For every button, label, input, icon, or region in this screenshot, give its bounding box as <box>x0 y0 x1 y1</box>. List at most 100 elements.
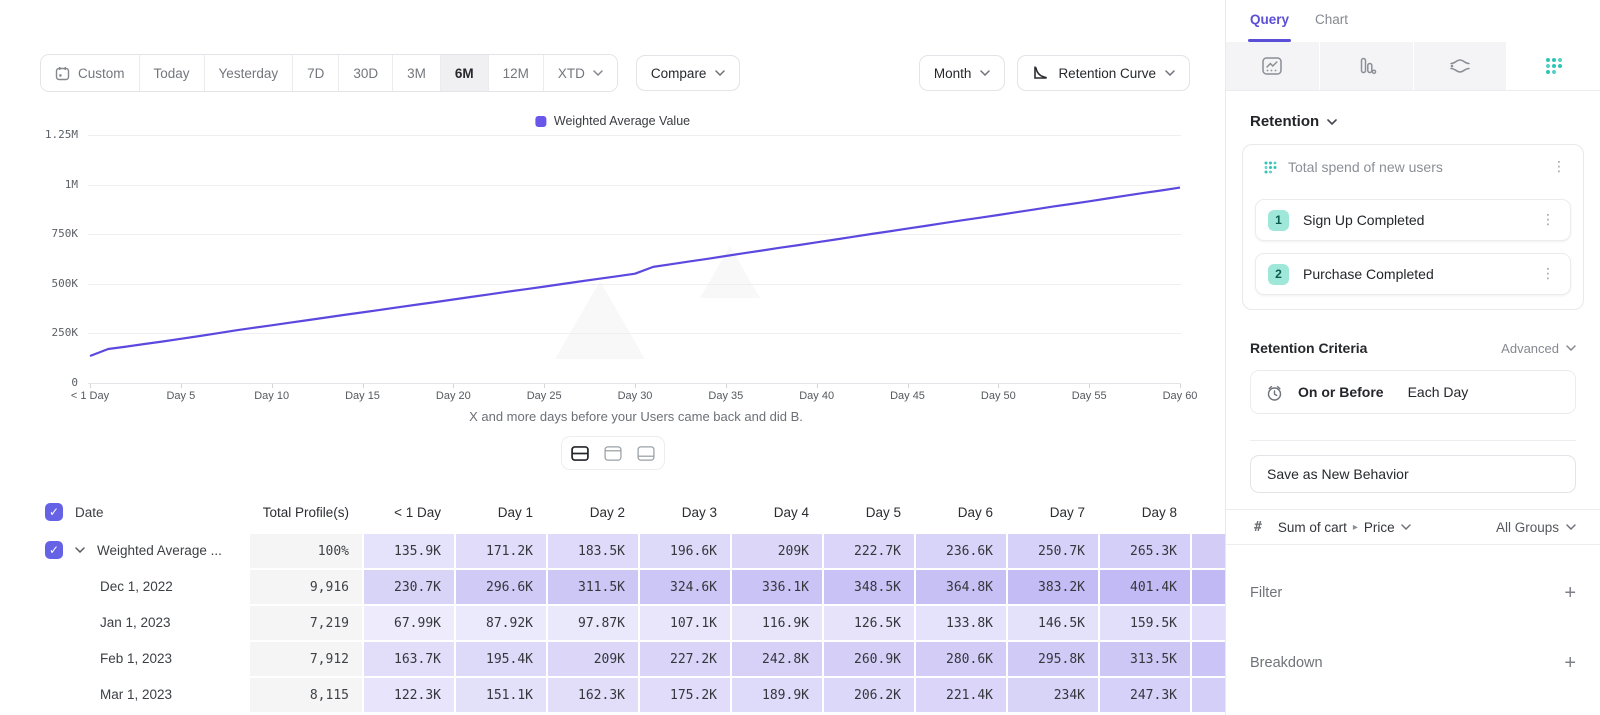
behavior-step-2[interactable]: 2 Purchase Completed ⋮ <box>1255 253 1571 295</box>
retention-value-cell[interactable]: 183.5K <box>546 532 638 568</box>
chart-type-tile-flow[interactable] <box>1413 42 1507 90</box>
date-cell[interactable]: Feb 1, 2023 <box>0 640 250 676</box>
total-profiles-cell[interactable]: 9,916 <box>250 568 362 604</box>
retention-value-cell[interactable]: 236.6K <box>914 532 1006 568</box>
compare-button[interactable]: Compare <box>636 55 741 91</box>
chart-type-tile-retention-dots[interactable] <box>1506 42 1600 90</box>
chevron-down-icon[interactable] <box>75 547 85 553</box>
retention-value-cell[interactable]: 209K <box>730 532 822 568</box>
kebab-menu-icon[interactable]: ⋮ <box>1538 266 1558 282</box>
retention-section-header[interactable]: Retention <box>1250 113 1576 130</box>
column-header[interactable]: Day 3 <box>638 492 730 532</box>
retention-value-cell[interactable]: 265.3K <box>1098 532 1190 568</box>
retention-value-cell[interactable]: 189.9K <box>730 676 822 712</box>
tab-query[interactable]: Query <box>1250 12 1289 42</box>
retention-value-cell[interactable]: 364.8K <box>914 568 1006 604</box>
column-header[interactable]: Day 7 <box>1006 492 1098 532</box>
retention-value-cell[interactable]: 260.9K <box>822 640 914 676</box>
retention-value-cell[interactable]: 133.8K <box>914 604 1006 640</box>
retention-value-cell[interactable]: 401.4K <box>1098 568 1190 604</box>
retention-value-cell[interactable]: 336.1K <box>730 568 822 604</box>
retention-value-cell[interactable]: 87.92K <box>454 604 546 640</box>
column-header[interactable]: Day 4 <box>730 492 822 532</box>
kebab-menu-icon[interactable]: ⋮ <box>1549 159 1569 175</box>
retention-value-cell[interactable]: 122.3K <box>362 676 454 712</box>
date-range-3m[interactable]: 3M <box>392 55 440 91</box>
retention-value-cell[interactable]: 171.2K <box>454 532 546 568</box>
save-as-new-behavior-button[interactable]: Save as New Behavior <box>1250 455 1576 493</box>
column-header[interactable]: Total Profile(s) <box>250 492 362 532</box>
select-all-checkbox[interactable]: ✓ <box>45 503 63 521</box>
retention-value-cell[interactable]: 196.6K <box>638 532 730 568</box>
retention-value-cell[interactable]: 383.2K <box>1006 568 1098 604</box>
retention-value-cell[interactable]: 206.2K <box>822 676 914 712</box>
retention-value-cell[interactable]: 151.1K <box>454 676 546 712</box>
retention-value-cell[interactable]: 295.8K <box>1006 640 1098 676</box>
date-cell[interactable]: Mar 1, 2023 <box>0 676 250 712</box>
retention-value-cell[interactable]: 159.5K <box>1098 604 1190 640</box>
row-checkbox[interactable]: ✓ <box>45 541 63 559</box>
retention-value-cell[interactable]: 162.3K <box>546 676 638 712</box>
retention-value-cell[interactable]: 135.9K <box>362 532 454 568</box>
retention-value-cell[interactable]: 250.7K <box>1006 532 1098 568</box>
date-cell[interactable]: Dec 1, 2022 <box>0 568 250 604</box>
retention-value-cell[interactable]: 324.6K <box>638 568 730 604</box>
retention-value-cell[interactable]: 175.2K <box>638 676 730 712</box>
column-header[interactable]: Day 5 <box>822 492 914 532</box>
add-filter-button[interactable]: + <box>1564 583 1576 603</box>
date-range-6m[interactable]: 6M <box>440 55 488 91</box>
kebab-menu-icon[interactable]: ⋮ <box>1538 212 1558 228</box>
column-header[interactable]: Day 8 <box>1098 492 1190 532</box>
retention-value-cell[interactable]: 296.6K <box>454 568 546 604</box>
retention-value-cell[interactable]: 313.5K <box>1098 640 1190 676</box>
measurement-dropdown[interactable]: Sum of cart ▸ Price <box>1278 520 1411 535</box>
retention-value-cell[interactable]: 221.4K <box>914 676 1006 712</box>
retention-value-cell[interactable]: 242.8K <box>730 640 822 676</box>
add-breakdown-button[interactable]: + <box>1564 653 1576 673</box>
retention-value-cell[interactable]: 280.6K <box>914 640 1006 676</box>
behavior-card-header[interactable]: Total spend of new users ⋮ <box>1255 157 1571 187</box>
date-cell[interactable]: Jan 1, 2023 <box>0 604 250 640</box>
layout-table-focus-button[interactable] <box>631 440 661 466</box>
total-profiles-cell[interactable]: 100% <box>250 532 362 568</box>
date-range-yesterday[interactable]: Yesterday <box>204 55 293 91</box>
retention-value-cell[interactable]: 209K <box>546 640 638 676</box>
chart-type-button[interactable]: Retention Curve <box>1017 55 1190 91</box>
total-profiles-cell[interactable]: 8,115 <box>250 676 362 712</box>
column-header[interactable]: Day 2 <box>546 492 638 532</box>
retention-value-cell[interactable]: 126.5K <box>822 604 914 640</box>
retention-value-cell[interactable]: 311.5K <box>546 568 638 604</box>
chart-type-tile-line-chart[interactable] <box>1226 42 1319 90</box>
retention-value-cell[interactable]: 116.9K <box>730 604 822 640</box>
retention-value-cell[interactable]: 163.7K <box>362 640 454 676</box>
tab-chart[interactable]: Chart <box>1315 12 1348 42</box>
granularity-button[interactable]: Month <box>919 55 1006 91</box>
column-header[interactable]: Day 1 <box>454 492 546 532</box>
date-range-xtd[interactable]: XTD <box>543 55 617 91</box>
retention-value-cell[interactable]: 247.3K <box>1098 676 1190 712</box>
retention-value-cell[interactable]: 234K <box>1006 676 1098 712</box>
retention-value-cell[interactable]: 97.87K <box>546 604 638 640</box>
layout-split-button[interactable] <box>565 440 595 466</box>
total-profiles-cell[interactable]: 7,912 <box>250 640 362 676</box>
retention-value-cell[interactable]: 227.2K <box>638 640 730 676</box>
groups-dropdown[interactable]: All Groups <box>1496 520 1576 535</box>
retention-value-cell[interactable]: 67.99K <box>362 604 454 640</box>
date-range-today[interactable]: Today <box>139 55 204 91</box>
retention-value-cell[interactable]: 230.7K <box>362 568 454 604</box>
total-profiles-cell[interactable]: 7,219 <box>250 604 362 640</box>
retention-line[interactable] <box>90 188 1180 356</box>
retention-value-cell[interactable]: 348.5K <box>822 568 914 604</box>
retention-value-cell[interactable]: 107.1K <box>638 604 730 640</box>
criteria-timing-card[interactable]: On or Before Each Day <box>1250 370 1576 414</box>
date-range-7d[interactable]: 7D <box>292 55 338 91</box>
date-range-custom[interactable]: Custom <box>41 55 139 91</box>
chart-type-tile-bar-chart[interactable] <box>1319 42 1413 90</box>
layout-chart-focus-button[interactable] <box>598 440 628 466</box>
retention-value-cell[interactable]: 195.4K <box>454 640 546 676</box>
column-header[interactable]: < 1 Day <box>362 492 454 532</box>
date-range-12m[interactable]: 12M <box>488 55 543 91</box>
criteria-mode-dropdown[interactable]: Advanced <box>1501 341 1576 356</box>
column-header[interactable]: Day 6 <box>914 492 1006 532</box>
retention-value-cell[interactable]: 222.7K <box>822 532 914 568</box>
